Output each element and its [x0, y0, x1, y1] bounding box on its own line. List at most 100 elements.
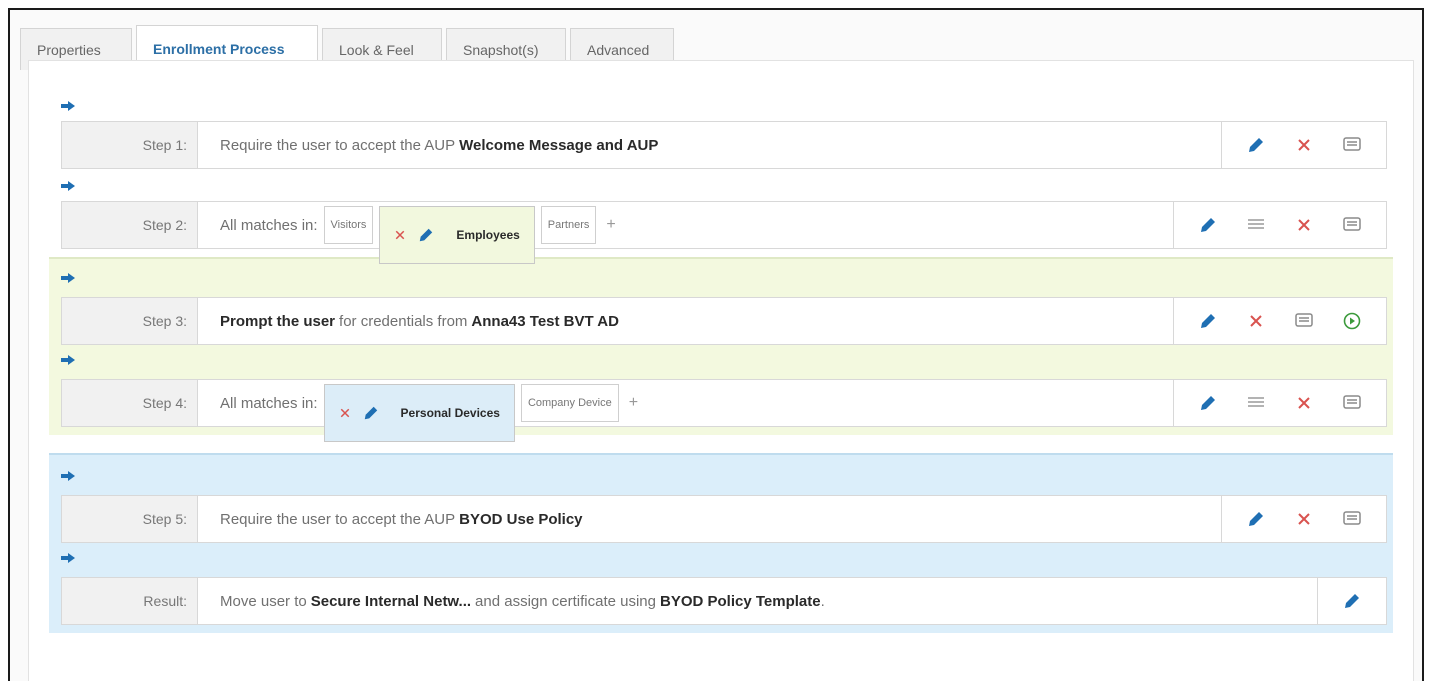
comment-button[interactable] — [1328, 379, 1376, 427]
chip-label: Visitors — [330, 219, 367, 231]
comment-icon — [1343, 137, 1361, 151]
step-row-5: Step 5: Require the user to accept the A… — [61, 495, 1387, 543]
chip-partners[interactable]: Partners — [540, 206, 597, 244]
arrow-right-icon[interactable] — [61, 471, 75, 481]
step-actions — [1173, 298, 1386, 344]
pencil-icon[interactable] — [363, 405, 379, 421]
comment-icon — [1343, 217, 1361, 231]
pencil-icon — [1201, 218, 1215, 232]
match-label: All matches in: — [220, 216, 318, 234]
step-label: Step 4: — [62, 380, 198, 426]
comment-icon — [1295, 313, 1313, 327]
certificate-template[interactable]: BYOD Policy Template — [660, 593, 821, 610]
close-icon — [1250, 315, 1262, 327]
pencil-icon — [1201, 314, 1215, 328]
close-icon — [1298, 219, 1310, 231]
list-button[interactable] — [1232, 201, 1280, 249]
enrollment-panel: Step 1: Require the user to accept the A… — [28, 60, 1414, 681]
arrow-right-icon[interactable] — [61, 181, 75, 191]
play-button[interactable] — [1328, 297, 1376, 345]
arrow-right-icon[interactable] — [61, 101, 75, 111]
aup-name[interactable]: BYOD Use Policy — [459, 511, 582, 528]
arrow-right-icon[interactable] — [61, 553, 75, 563]
chip-visitors[interactable]: Visitors — [323, 206, 374, 244]
step-label: Step 3: — [62, 298, 198, 344]
prompt-action: Prompt the user — [220, 312, 336, 330]
close-icon[interactable] — [394, 229, 406, 241]
step-actions — [1221, 496, 1386, 542]
step-actions — [1317, 578, 1386, 624]
step-label: Step 1: — [62, 122, 198, 168]
result-row: Result: Move user to Secure Internal Net… — [61, 577, 1387, 625]
play-circle-icon — [1343, 312, 1361, 330]
step-label: Step 2: — [62, 202, 198, 248]
step-row-2: Step 2: All matches in: Visitors Employe… — [61, 201, 1387, 264]
chip-label: Partners — [547, 219, 590, 231]
pencil-icon — [1249, 138, 1263, 152]
match-label: All matches in: — [220, 394, 318, 412]
arrow-right-icon[interactable] — [61, 355, 75, 365]
pencil-icon — [1249, 512, 1263, 526]
list-icon — [1248, 219, 1264, 229]
delete-button[interactable] — [1280, 379, 1328, 427]
close-icon — [1298, 513, 1310, 525]
delete-button[interactable] — [1280, 121, 1328, 169]
result-description: Move user to Secure Internal Netw... and… — [198, 578, 1317, 624]
edit-button[interactable] — [1232, 495, 1280, 543]
pencil-icon — [1345, 594, 1359, 608]
edit-button[interactable] — [1184, 297, 1232, 345]
step-text: Require the user to accept the AUP — [220, 510, 456, 528]
delete-button[interactable] — [1280, 201, 1328, 249]
enrollment-window: Properties Enrollment Process Look & Fee… — [8, 8, 1424, 681]
network-name[interactable]: Secure Internal Netw... — [311, 593, 471, 610]
comment-button[interactable] — [1280, 297, 1328, 345]
step-description: All matches in: Visitors Employees Partn… — [198, 202, 1173, 264]
edit-button[interactable] — [1232, 121, 1280, 169]
step-row-1: Step 1: Require the user to accept the A… — [61, 121, 1387, 169]
comment-icon — [1343, 511, 1361, 525]
pencil-icon — [1201, 396, 1215, 410]
step-actions — [1173, 380, 1386, 426]
list-button[interactable] — [1232, 379, 1280, 427]
step-actions — [1173, 202, 1386, 248]
aup-name[interactable]: Welcome Message and AUP — [459, 137, 658, 154]
close-icon — [1298, 397, 1310, 409]
identity-source[interactable]: Anna43 Test BVT AD — [471, 313, 619, 330]
chip-label: Personal Devices — [400, 406, 500, 420]
add-chip-button[interactable]: + — [629, 394, 638, 412]
list-icon — [1248, 397, 1264, 407]
pencil-icon[interactable] — [418, 227, 434, 243]
step-description: Require the user to accept the AUP BYOD … — [198, 496, 1221, 542]
edit-button[interactable] — [1184, 201, 1232, 249]
close-icon[interactable] — [339, 407, 351, 419]
delete-button[interactable] — [1280, 495, 1328, 543]
edit-button[interactable] — [1184, 379, 1232, 427]
edit-button[interactable] — [1328, 577, 1376, 625]
step-row-4: Step 4: All matches in: Personal Devices… — [61, 379, 1387, 442]
step-text: and assign certificate using — [475, 592, 656, 610]
chip-label: Company Device — [527, 397, 612, 409]
step-text: Require the user to accept the AUP — [220, 136, 456, 154]
chip-personal-devices[interactable]: Personal Devices — [323, 384, 515, 442]
close-icon — [1298, 139, 1310, 151]
step-description: All matches in: Personal Devices Company… — [198, 380, 1173, 442]
comment-icon — [1343, 395, 1361, 409]
step-description: Prompt the user for credentials from Ann… — [198, 298, 1173, 344]
step-text: . — [820, 592, 825, 610]
step-text: for credentials from — [339, 312, 468, 330]
delete-button[interactable] — [1232, 297, 1280, 345]
chip-employees[interactable]: Employees — [379, 206, 535, 264]
add-chip-button[interactable]: + — [606, 216, 615, 234]
arrow-right-icon[interactable] — [61, 273, 75, 283]
step-row-3: Step 3: Prompt the user for credentials … — [61, 297, 1387, 345]
chip-company-device[interactable]: Company Device — [520, 384, 619, 422]
comment-button[interactable] — [1328, 201, 1376, 249]
step-label: Step 5: — [62, 496, 198, 542]
step-actions — [1221, 122, 1386, 168]
step-description: Require the user to accept the AUP Welco… — [198, 122, 1221, 168]
step-label: Result: — [62, 578, 198, 624]
comment-button[interactable] — [1328, 495, 1376, 543]
step-text: Move user to — [220, 592, 307, 610]
chip-label: Employees — [456, 228, 520, 242]
comment-button[interactable] — [1328, 121, 1376, 169]
